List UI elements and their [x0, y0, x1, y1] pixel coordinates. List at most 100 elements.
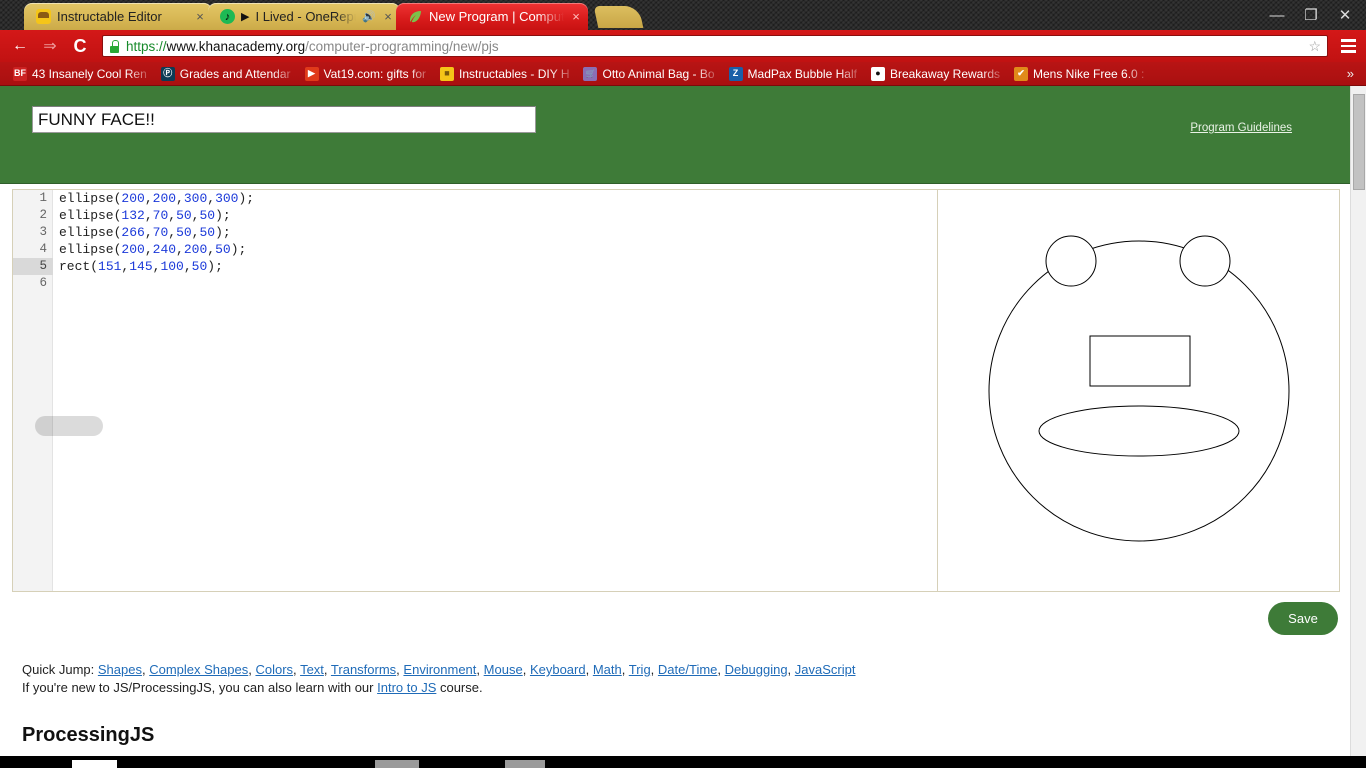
url-scheme: https:// [126, 38, 167, 54]
quick-jump-link[interactable]: Colors [255, 662, 293, 677]
code-number[interactable]: 70 [153, 225, 169, 240]
browser-tab-i-lived-onerepublic[interactable]: ♪ ▶ I Lived - OneRepub 🔊 × [208, 3, 400, 30]
code-line[interactable]: 1 ellipse(200,200,300,300); [39, 190, 937, 207]
code-token: ); [215, 225, 231, 240]
code-token: ellipse( [59, 208, 122, 223]
taskbar-item[interactable] [505, 760, 545, 768]
tab-close-icon[interactable]: × [194, 9, 206, 24]
intro-to-js-link[interactable]: Intro to JS [377, 680, 436, 695]
code-token: , [144, 225, 153, 240]
bookmark-item[interactable]: Ⓟ Grades and Attendar [154, 64, 298, 84]
bookmark-item[interactable]: ▶ Vat19.com: gifts for [298, 64, 434, 84]
code-number[interactable]: 300 [215, 191, 238, 206]
address-bar[interactable]: https://www.khanacademy.org/computer-pro… [102, 35, 1328, 57]
browser-tab-new-program-active[interactable]: New Program | Compute × [396, 3, 588, 30]
code-number[interactable]: 200 [184, 242, 207, 257]
audio-playing-icon[interactable]: 🔊 [362, 10, 376, 23]
tab-close-icon[interactable]: × [570, 9, 582, 24]
code-text[interactable]: ellipse(200,200,300,300); [54, 190, 254, 207]
code-token: , [144, 208, 153, 223]
quick-jump-link[interactable]: Shapes [98, 662, 142, 677]
os-taskbar[interactable] [0, 756, 1366, 768]
code-line[interactable]: 2 ellipse(132,70,50,50); [39, 207, 937, 224]
learn-prefix: If you're new to JS/ProcessingJS, you ca… [22, 680, 378, 695]
program-title-input[interactable] [32, 106, 536, 133]
program-guidelines-link[interactable]: Program Guidelines [1190, 122, 1292, 134]
processingjs-heading: ProcessingJS [22, 724, 155, 746]
quick-jump-link[interactable]: Keyboard [530, 662, 586, 677]
page-scrollbar-thumb[interactable] [1353, 94, 1365, 190]
page-viewport: Program Guidelines 1ellipse(200,200,300,… [0, 86, 1366, 756]
taskbar-item[interactable] [375, 760, 419, 768]
code-text[interactable]: rect(151,145,100,50); [54, 258, 223, 275]
code-token: , [176, 242, 184, 257]
bookmark-item[interactable]: 🛒 Otto Animal Bag - Bo [576, 64, 721, 84]
code-text[interactable]: ellipse(266,70,50,50); [54, 224, 231, 241]
code-lines[interactable]: 1 ellipse(200,200,300,300); 2 ellipse(132,7… [13, 190, 937, 591]
bookmark-favicon-icon: Z [728, 66, 743, 81]
code-number[interactable]: 50 [199, 225, 215, 240]
bookmark-star-icon[interactable]: ☆ [1308, 38, 1321, 55]
quick-jump-link[interactable]: JavaScript [795, 662, 856, 677]
code-number[interactable]: 266 [121, 225, 144, 240]
quick-jump-link[interactable]: Math [593, 662, 622, 677]
chrome-menu-icon[interactable] [1336, 34, 1360, 58]
bookmark-label: Instructables - DIY H [459, 66, 570, 81]
code-number[interactable]: 240 [153, 242, 176, 257]
code-text[interactable]: ellipse(132,70,50,50); [54, 207, 231, 224]
new-tab-button[interactable] [593, 6, 644, 28]
back-icon[interactable]: ← [6, 33, 34, 59]
quick-jump-link[interactable]: Complex Shapes [149, 662, 248, 677]
code-line[interactable]: 4 ellipse(200,240,200,50); [39, 241, 937, 258]
minimize-icon[interactable]: — [1260, 1, 1294, 29]
code-number[interactable]: 70 [153, 208, 169, 223]
canvas-drawing [938, 190, 1339, 591]
bookmark-item[interactable]: ● Breakaway Rewards [864, 64, 1007, 84]
code-number[interactable]: 50 [192, 259, 208, 274]
processing-canvas[interactable] [938, 190, 1339, 591]
quick-jump-link[interactable]: Debugging [725, 662, 788, 677]
code-number[interactable]: 151 [98, 259, 121, 274]
code-number[interactable]: 50 [176, 208, 192, 223]
maximize-icon[interactable]: ❐ [1294, 1, 1328, 29]
bookmark-item[interactable]: ✔ Mens Nike Free 6.0 : [1007, 64, 1151, 84]
bookmark-item[interactable]: Z MadPax Bubble Half [722, 64, 864, 84]
quick-jump-link[interactable]: Mouse [484, 662, 523, 677]
code-number[interactable]: 300 [184, 191, 207, 206]
code-number[interactable]: 100 [160, 259, 183, 274]
quick-jump-link[interactable]: Text [300, 662, 324, 677]
close-window-icon[interactable]: ✕ [1328, 1, 1362, 29]
code-number[interactable]: 132 [121, 208, 144, 223]
bookmark-item[interactable]: ■ Instructables - DIY H [433, 64, 576, 84]
reload-icon[interactable]: C [66, 33, 94, 59]
code-number[interactable]: 200 [121, 242, 144, 257]
quick-jump-link[interactable]: Transforms [331, 662, 396, 677]
bookmarks-overflow-icon[interactable]: » [1347, 66, 1360, 81]
secure-lock-icon [109, 39, 120, 53]
page-scrollbar[interactable] [1350, 86, 1366, 756]
code-number[interactable]: 145 [129, 259, 152, 274]
code-line[interactable]: 5 rect(151,145,100,50); [13, 258, 937, 275]
code-number[interactable]: 200 [121, 191, 144, 206]
forward-icon[interactable]: ⇒ [36, 33, 64, 59]
bookmark-label: MadPax Bubble Half [747, 66, 857, 81]
code-token: , [144, 191, 153, 206]
browser-tab-instructable-editor[interactable]: Instructable Editor × [24, 3, 212, 30]
code-number[interactable]: 50 [176, 225, 192, 240]
line-number: 1 [39, 191, 47, 205]
code-number[interactable]: 50 [215, 242, 231, 257]
save-button[interactable]: Save [1268, 602, 1338, 635]
quick-jump-link[interactable]: Environment [403, 662, 476, 677]
quick-jump-link[interactable]: Date/Time [658, 662, 717, 677]
bookmark-item[interactable]: BF 43 Insanely Cool Ren [6, 64, 154, 84]
code-editor[interactable]: 1 ellipse(200,200,300,300); 2 ellipse(132,7… [13, 190, 938, 591]
taskbar-item[interactable] [72, 760, 117, 768]
code-line[interactable]: 6 [39, 275, 937, 292]
code-number[interactable]: 200 [153, 191, 176, 206]
quick-jump-link[interactable]: Trig [629, 662, 651, 677]
code-text[interactable]: ellipse(200,240,200,50); [54, 241, 246, 258]
code-number[interactable]: 50 [199, 208, 215, 223]
tab-close-icon[interactable]: × [382, 9, 394, 24]
code-token: ); [238, 191, 255, 206]
code-line[interactable]: 3 ellipse(266,70,50,50); [39, 224, 937, 241]
